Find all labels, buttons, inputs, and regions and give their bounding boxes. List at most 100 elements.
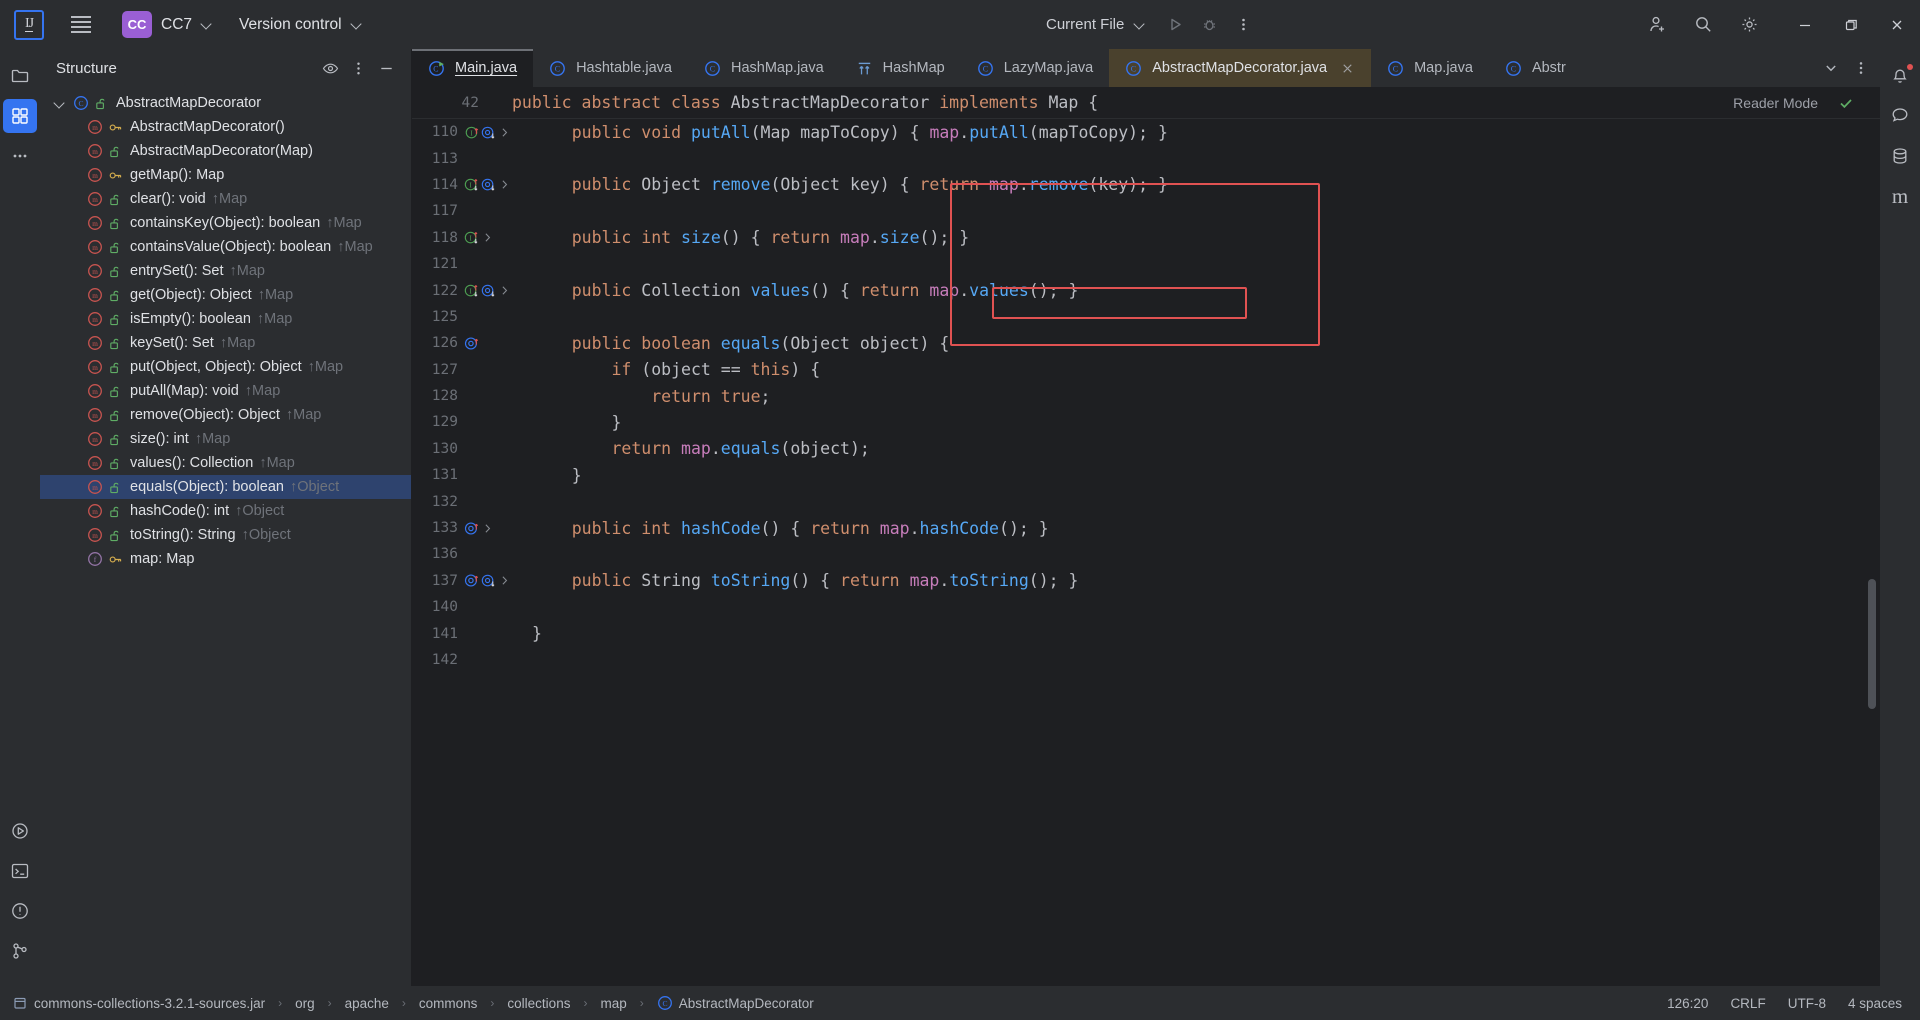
code-line[interactable]: 114 I public Object remove(Object key) { … xyxy=(412,172,1880,198)
editor-gutter[interactable]: 114 I xyxy=(412,172,516,198)
editor-gutter[interactable]: 117 xyxy=(412,198,516,224)
tree-node-member[interactable]: m get(Object): Object ↑Map xyxy=(40,283,411,307)
line-number[interactable]: 118 xyxy=(420,230,458,246)
settings-gear-icon[interactable] xyxy=(1732,8,1766,42)
tree-node-member[interactable]: m containsValue(Object): boolean ↑Map xyxy=(40,235,411,259)
chevron-down-icon[interactable] xyxy=(351,19,363,31)
tree-node-member[interactable]: m remove(Object): Object ↑Map xyxy=(40,403,411,427)
editor-tab[interactable]: C AbstractMapDecorator.java xyxy=(1109,49,1372,87)
code-text[interactable]: public String toString() { return map.to… xyxy=(516,571,1079,590)
sidebar-item-structure[interactable] xyxy=(3,99,37,133)
tree-node-member[interactable]: m toString(): String ↑Object xyxy=(40,523,411,547)
code-line[interactable]: 141} xyxy=(412,620,1880,646)
editor-gutter[interactable]: 127 xyxy=(412,357,516,383)
breadcrumb[interactable]: commons-collections-3.2.1-sources.jar › or… xyxy=(34,995,814,1011)
line-number[interactable]: 110 xyxy=(420,124,458,140)
editor-gutter[interactable]: 137 xyxy=(412,568,516,594)
code-scroll-area[interactable]: 110 I public void putAll(Map mapToCopy) {… xyxy=(412,119,1880,986)
line-number[interactable]: 136 xyxy=(420,546,458,562)
impl-updown-icon[interactable]: I xyxy=(464,177,479,192)
tree-node-member[interactable]: m size(): int ↑Map xyxy=(40,427,411,451)
breadcrumb-item[interactable]: map xyxy=(600,996,626,1011)
impl-updown-icon[interactable]: I xyxy=(464,230,479,245)
code-line[interactable]: 125 xyxy=(412,304,1880,330)
editor-gutter[interactable]: 136 xyxy=(412,541,516,567)
hide-tool-window-icon[interactable] xyxy=(373,55,399,81)
override-down-icon[interactable] xyxy=(481,283,496,298)
fold-icon[interactable] xyxy=(498,177,511,192)
line-number[interactable]: 114 xyxy=(420,177,458,193)
impl-up-icon[interactable]: I xyxy=(464,125,479,140)
tree-node-member[interactable]: m keySet(): Set ↑Map xyxy=(40,331,411,355)
checkmark-icon[interactable] xyxy=(1838,87,1854,119)
tree-node-member[interactable]: m hashCode(): int ↑Object xyxy=(40,499,411,523)
tree-node-member[interactable]: m put(Object, Object): Object ↑Map xyxy=(40,355,411,379)
breadcrumb-item[interactable]: commons-collections-3.2.1-sources.jar xyxy=(34,996,265,1011)
tree-node-member[interactable]: m isEmpty(): boolean ↑Map xyxy=(40,307,411,331)
code-text[interactable]: public int hashCode() { return map.hashC… xyxy=(516,519,1049,538)
more-vertical-icon[interactable] xyxy=(345,55,371,81)
code-lines[interactable]: 110 I public void putAll(Map mapToCopy) {… xyxy=(412,119,1880,673)
line-number[interactable]: 141 xyxy=(420,626,458,642)
fold-icon[interactable] xyxy=(498,573,511,588)
tree-node-member[interactable]: m values(): Collection ↑Map xyxy=(40,451,411,475)
sidebar-item-project[interactable] xyxy=(3,59,37,93)
run-icon[interactable] xyxy=(1158,8,1192,42)
project-badge[interactable]: CC xyxy=(122,11,152,38)
editor-tab-bar[interactable]: C Main.java C Hashtable.java C HashMap.java Ha… xyxy=(412,49,1880,87)
breadcrumb-item[interactable]: org xyxy=(295,996,315,1011)
search-icon[interactable] xyxy=(1686,8,1720,42)
fold-icon[interactable] xyxy=(498,125,511,140)
tree-node-member[interactable]: m AbstractMapDecorator() xyxy=(40,115,411,139)
code-line[interactable]: 126 public boolean equals(Object object)… xyxy=(412,330,1880,356)
editor-gutter[interactable]: 122 I xyxy=(412,277,516,303)
tree-node-member[interactable]: m getMap(): Map xyxy=(40,163,411,187)
code-text[interactable]: } xyxy=(516,466,582,485)
code-line[interactable]: 142 xyxy=(412,647,1880,673)
code-text[interactable]: } xyxy=(516,624,542,643)
code-line[interactable]: 110 I public void putAll(Map mapToCopy) {… xyxy=(412,119,1880,145)
caret-position[interactable]: 126:20 xyxy=(1667,996,1708,1011)
editor-tab[interactable]: C Hashtable.java xyxy=(533,49,688,87)
account-add-icon[interactable] xyxy=(1640,8,1674,42)
code-line[interactable]: 122 I public Collection values() { return… xyxy=(412,277,1880,303)
chevron-down-icon[interactable] xyxy=(1818,55,1844,81)
tree-node-member[interactable]: f map: Map xyxy=(40,547,411,571)
editor-tab[interactable]: C Abstr xyxy=(1488,49,1582,87)
close-icon[interactable] xyxy=(1874,0,1920,49)
line-number[interactable]: 125 xyxy=(420,309,458,325)
editor-gutter[interactable]: 113 xyxy=(412,145,516,171)
code-line[interactable]: 130 return map.equals(object); xyxy=(412,436,1880,462)
code-line[interactable]: 118 I public int size() { return map.size… xyxy=(412,225,1880,251)
line-number[interactable]: 128 xyxy=(420,388,458,404)
impl-updown-icon[interactable]: I xyxy=(464,283,479,298)
code-line[interactable]: 132 xyxy=(412,488,1880,514)
editor-gutter[interactable]: 141 xyxy=(412,620,516,646)
code-line[interactable]: 136 xyxy=(412,541,1880,567)
line-number[interactable]: 130 xyxy=(420,441,458,457)
code-line[interactable]: 133 public int hashCode() { return map.h… xyxy=(412,515,1880,541)
tree-node-member[interactable]: m clear(): void ↑Map xyxy=(40,187,411,211)
fold-icon[interactable] xyxy=(498,283,511,298)
tree-node-member[interactable]: m containsKey(Object): boolean ↑Map xyxy=(40,211,411,235)
line-number[interactable]: 127 xyxy=(420,362,458,378)
editor-gutter[interactable]: 133 xyxy=(412,515,516,541)
chevron-down-icon[interactable] xyxy=(52,95,68,111)
editor-gutter[interactable]: 129 xyxy=(412,409,516,435)
editor-gutter[interactable]: 125 xyxy=(412,304,516,330)
code-line[interactable]: 121 xyxy=(412,251,1880,277)
tree-node-member[interactable]: m entrySet(): Set ↑Map xyxy=(40,259,411,283)
ai-assistant-icon[interactable] xyxy=(1883,99,1917,133)
editor-gutter[interactable]: 126 xyxy=(412,330,516,356)
more-tool-windows-icon[interactable] xyxy=(3,139,37,173)
line-number[interactable]: 137 xyxy=(420,573,458,589)
override-up-icon[interactable] xyxy=(464,336,479,351)
tree-node-member[interactable]: m equals(Object): boolean ↑Object xyxy=(40,475,411,499)
file-encoding[interactable]: UTF-8 xyxy=(1788,996,1826,1011)
editor-tab[interactable]: C Map.java xyxy=(1371,49,1489,87)
editor-gutter[interactable]: 132 xyxy=(412,488,516,514)
line-number[interactable]: 122 xyxy=(420,283,458,299)
line-separator[interactable]: CRLF xyxy=(1730,996,1765,1011)
project-name[interactable]: CC7 xyxy=(161,16,192,34)
fold-icon[interactable] xyxy=(481,230,494,245)
